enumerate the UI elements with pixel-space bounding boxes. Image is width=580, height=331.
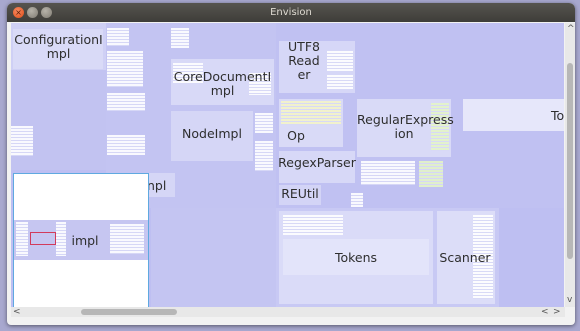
nodeimpl-label: NodeImpl <box>182 126 242 141</box>
scanner-label: Scanner <box>439 250 491 265</box>
treemap-cell[interactable] <box>255 141 273 171</box>
treemap-cell[interactable] <box>11 126 33 156</box>
tokens-label: Tokens <box>334 250 378 265</box>
treemap-cell[interactable] <box>171 28 189 48</box>
envision-window: × Envision ConfigurationI mpl CoreDocume… <box>7 3 575 325</box>
minimap-impl-label: impl <box>71 233 99 248</box>
treemap-cell[interactable] <box>281 101 341 125</box>
horizontal-scroll-thumb[interactable] <box>81 309 177 315</box>
treemap-cell[interactable] <box>107 93 145 111</box>
title-bar: × Envision <box>7 3 575 22</box>
scroll-left-arrow-end[interactable]: < <box>541 307 549 317</box>
horizontal-scrollbar[interactable]: < < > <box>11 307 565 317</box>
treemap-cell[interactable] <box>255 113 273 133</box>
minimap[interactable]: impl <box>13 173 149 307</box>
close-button[interactable]: × <box>13 7 24 18</box>
to-partial-label: To <box>551 108 564 123</box>
window-title: Envision <box>270 7 312 18</box>
treemap-cell[interactable] <box>327 75 353 89</box>
coredocumentimpl-label: CoreDocumentI mpl <box>173 69 272 98</box>
op-label: Op <box>287 128 305 143</box>
treemap-block[interactable] <box>151 208 276 307</box>
utf8reader-label: UTF8 Read er <box>288 39 320 82</box>
configurationimpl-label: ConfigurationI mpl <box>14 32 103 61</box>
vertical-scrollbar[interactable]: ^ v <box>565 23 575 307</box>
vertical-scroll-thumb[interactable] <box>567 63 573 259</box>
treemap-cell[interactable] <box>283 215 343 235</box>
minimap-detail <box>110 224 144 254</box>
scroll-down-arrow[interactable]: v <box>567 295 572 305</box>
treemap-cell[interactable] <box>419 161 443 187</box>
to-block[interactable] <box>463 99 564 131</box>
scroll-up-arrow[interactable]: ^ <box>567 24 575 34</box>
maximize-button[interactable] <box>41 7 52 18</box>
treemap-canvas[interactable]: ConfigurationI mpl CoreDocumentI mpl Nod… <box>11 23 564 307</box>
impl-partial-label: npl <box>147 178 167 193</box>
minimap-viewport[interactable] <box>30 232 56 245</box>
treemap-cell[interactable] <box>361 161 415 185</box>
treemap-cell[interactable] <box>327 51 353 71</box>
scroll-left-arrow[interactable]: < <box>13 307 21 317</box>
treemap-cell[interactable] <box>107 28 129 46</box>
regularexpression-label: RegularExpress ion <box>357 112 454 141</box>
minimap-detail <box>56 222 66 256</box>
minimize-button[interactable] <box>27 7 38 18</box>
treemap-cell[interactable] <box>351 193 363 207</box>
scroll-right-arrow[interactable]: > <box>553 307 561 317</box>
minimap-detail <box>16 222 28 256</box>
regexparser-label: RegexParser <box>278 155 356 170</box>
treemap-cell[interactable] <box>107 135 145 155</box>
treemap-cell[interactable] <box>107 51 143 87</box>
reutil-label: REUtil <box>281 186 319 201</box>
